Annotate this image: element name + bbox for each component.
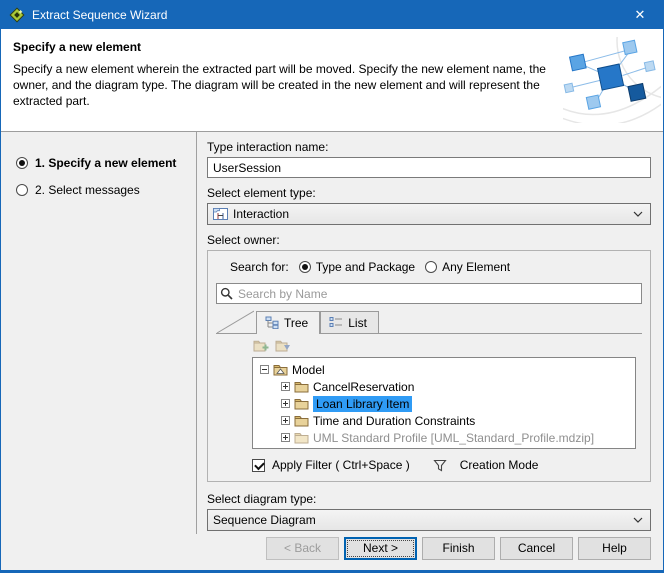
creation-mode-label: Creation Mode: [460, 458, 539, 472]
expand-toggle-icon[interactable]: [281, 433, 290, 442]
type-and-package-radio: [299, 261, 311, 273]
step-2-radio[interactable]: [16, 184, 28, 196]
search-field: [216, 283, 642, 304]
diagram-type-value: Sequence Diagram: [213, 513, 628, 527]
package-icon: [294, 432, 309, 444]
close-button[interactable]: ✕: [617, 1, 663, 29]
tab-list-label: List: [348, 316, 367, 330]
window-title: Extract Sequence Wizard: [32, 8, 167, 22]
step-2-select-messages[interactable]: 2. Select messages: [16, 183, 196, 197]
package-icon: [294, 415, 309, 427]
radio-type-and-package[interactable]: Type and Package: [299, 260, 415, 274]
close-icon: ✕: [635, 7, 646, 23]
model-icon: [273, 364, 288, 376]
package-icon: [294, 381, 309, 393]
radio-any-element[interactable]: Any Element: [425, 260, 510, 274]
chevron-down-icon: [633, 517, 643, 523]
interaction-name-label: Type interaction name:: [207, 140, 651, 154]
search-input[interactable]: [216, 283, 642, 304]
filter-icon[interactable]: [433, 459, 447, 472]
collapse-toggle-icon[interactable]: [260, 365, 269, 374]
element-type-value: Interaction: [233, 207, 628, 221]
interaction-icon: [213, 208, 228, 220]
tree-toolbar: [252, 338, 642, 354]
tree-list-tabs: Tree List: [216, 311, 642, 334]
expand-toggle-icon[interactable]: [281, 382, 290, 391]
header-description: Specify a new element wherein the extrac…: [13, 61, 558, 110]
tree-item-label: CancelReservation: [313, 380, 414, 394]
element-type-label: Select element type:: [207, 186, 651, 200]
owner-group: Search for: Type and Package Any Element: [207, 250, 651, 482]
diagram-type-combobox[interactable]: Sequence Diagram: [207, 509, 651, 531]
step-1-label: 1. Specify a new element: [35, 156, 176, 170]
back-button[interactable]: < Back: [266, 537, 339, 560]
tree-item-label: UML Standard Profile [UML_Standard_Profi…: [313, 431, 594, 445]
tree-item-model[interactable]: Model: [257, 361, 635, 378]
tab-list[interactable]: List: [320, 311, 379, 333]
any-element-label: Any Element: [442, 260, 510, 274]
expand-toggle-icon[interactable]: [281, 416, 290, 425]
step-1-radio[interactable]: [16, 157, 28, 169]
app-icon: [9, 7, 25, 23]
any-element-radio: [425, 261, 437, 273]
tab-slant-line: [216, 310, 254, 333]
owner-tree: Model CancelReservation: [252, 357, 636, 449]
help-button[interactable]: Help: [578, 537, 651, 560]
titlebar[interactable]: Extract Sequence Wizard ✕: [1, 1, 663, 29]
search-for-label: Search for:: [230, 260, 289, 274]
tree-item-loan-library-item[interactable]: Loan Library Item: [257, 395, 635, 412]
wizard-body: 1. Specify a new element 2. Select messa…: [1, 132, 663, 534]
filter-row: Apply Filter ( Ctrl+Space ) Creation Mod…: [252, 458, 642, 472]
element-type-combobox[interactable]: Interaction: [207, 203, 651, 225]
chevron-down-icon: [633, 211, 643, 217]
apply-filter-label: Apply Filter ( Ctrl+Space ): [272, 458, 410, 472]
finish-button[interactable]: Finish: [422, 537, 495, 560]
next-button[interactable]: Next >: [344, 537, 417, 560]
content-panel: Type interaction name: Select element ty…: [197, 132, 663, 534]
steps-panel: 1. Specify a new element 2. Select messa…: [1, 132, 197, 534]
search-for-row: Search for: Type and Package Any Element: [216, 259, 642, 275]
tree-item-label: Model: [292, 363, 325, 377]
wizard-header: Specify a new element Specify a new elem…: [1, 29, 663, 132]
interaction-name-input[interactable]: [207, 157, 651, 178]
tree-item-label: Time and Duration Constraints: [313, 414, 475, 428]
type-and-package-label: Type and Package: [316, 260, 415, 274]
create-package-icon[interactable]: [252, 338, 269, 354]
diagram-type-label: Select diagram type:: [207, 492, 651, 506]
tab-tree-label: Tree: [284, 316, 308, 330]
create-element-icon[interactable]: [274, 338, 291, 354]
tree-item-cancelreservation[interactable]: CancelReservation: [257, 378, 635, 395]
step-2-label: 2. Select messages: [35, 183, 140, 197]
extract-sequence-wizard-window: Extract Sequence Wizard ✕ Specify a new …: [0, 0, 664, 573]
header-title: Specify a new element: [13, 40, 553, 54]
package-icon: [294, 398, 309, 410]
cancel-button[interactable]: Cancel: [500, 537, 573, 560]
apply-filter-checkbox[interactable]: [252, 459, 265, 472]
expand-toggle-icon[interactable]: [281, 399, 290, 408]
select-owner-label: Select owner:: [207, 233, 651, 247]
step-1-specify-new-element[interactable]: 1. Specify a new element: [16, 156, 196, 170]
button-bar: < Back Next > Finish Cancel Help: [1, 534, 663, 570]
wizard-decoration-graphic: [563, 37, 661, 123]
tree-view-icon: [265, 316, 279, 329]
tree-item-uml-standard-profile[interactable]: UML Standard Profile [UML_Standard_Profi…: [257, 429, 635, 446]
tab-tree[interactable]: Tree: [256, 311, 320, 333]
tree-item-time-and-duration-constraints[interactable]: Time and Duration Constraints: [257, 412, 635, 429]
list-view-icon: [329, 316, 343, 329]
tree-item-label-selected: Loan Library Item: [313, 396, 412, 412]
search-icon: [220, 287, 233, 303]
